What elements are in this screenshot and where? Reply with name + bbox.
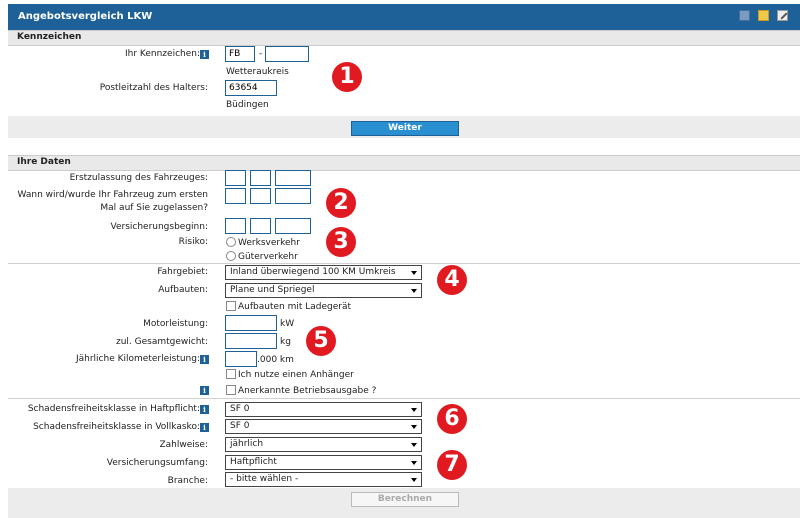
betriebsausgabe-label: Anerkannte Betriebsausgabe ? xyxy=(238,386,377,396)
zahlweise-label: Zahlweise: xyxy=(159,440,208,450)
fahrgebiet-select[interactable]: Inland überwiegend 100 KM Umkreis xyxy=(225,265,422,280)
versicherungsbeginn-year-input[interactable] xyxy=(275,218,311,234)
region-text: Wetteraukreis xyxy=(226,67,289,77)
badge-1: 1 xyxy=(332,62,362,92)
badge-7: 7 xyxy=(437,450,467,480)
sf-vollkasko-label: Schadensfreiheitsklasse in Vollkasko: xyxy=(33,422,200,432)
aufbauten-label: Aufbauten: xyxy=(158,285,208,295)
ladegeraet-checkbox[interactable] xyxy=(226,301,236,311)
zulassung-label-line1: Wann wird/wurde Ihr Fahrzeug zum ersten xyxy=(17,190,208,200)
separator xyxy=(8,398,800,399)
aufbauten-value: Plane und Spriegel xyxy=(230,285,315,295)
zahlweise-select[interactable]: jährlich xyxy=(225,437,422,452)
kennzeichen-part2-input[interactable] xyxy=(265,46,309,62)
erstzulassung-year-input[interactable] xyxy=(275,170,311,186)
title-bar: Angebotsvergleich LKW xyxy=(8,4,800,30)
aufbauten-select[interactable]: Plane und Spriegel xyxy=(225,283,422,298)
sf-haftpflicht-select[interactable]: SF 0 xyxy=(225,402,422,417)
plz-label: Postleitzahl des Halters: xyxy=(99,83,208,93)
kennzeichen-part1-input[interactable] xyxy=(225,46,255,62)
kennzeichen-dash: - xyxy=(259,49,263,59)
sf-vollkasko-value: SF 0 xyxy=(230,421,250,431)
versicherungsbeginn-month-input[interactable] xyxy=(250,218,271,234)
motorleistung-unit: kW xyxy=(280,319,295,329)
ladegeraet-label: Aufbauten mit Ladegerät xyxy=(238,302,352,312)
motorleistung-label: Motorleistung: xyxy=(143,319,208,329)
city-text: Büdingen xyxy=(226,100,269,110)
gesamtgewicht-input[interactable] xyxy=(225,333,277,349)
branche-value: - bitte wählen - xyxy=(230,474,299,484)
erstzulassung-label: Erstzulassung des Fahrzeuges: xyxy=(69,173,208,183)
sf-haftpflicht-value: SF 0 xyxy=(230,404,250,414)
sf-vollkasko-select[interactable]: SF 0 xyxy=(225,419,422,434)
gesamtgewicht-unit: kg xyxy=(280,337,291,347)
edit-icon[interactable] xyxy=(777,10,788,21)
separator xyxy=(8,263,800,264)
fahrgebiet-label: Fahrgebiet: xyxy=(157,267,208,277)
branche-label: Branche: xyxy=(167,476,208,486)
badge-3: 3 xyxy=(326,227,356,257)
folder-icon[interactable] xyxy=(758,10,770,21)
page-title: Angebotsvergleich LKW xyxy=(18,11,153,22)
section-ihre-daten: Ihre Daten xyxy=(8,155,800,171)
km-input[interactable] xyxy=(225,351,257,367)
section-title-kennzeichen: Kennzeichen xyxy=(17,32,82,42)
umfang-value: Haftpflicht xyxy=(230,457,277,467)
toolbar-icons xyxy=(734,10,788,21)
risiko-gueterverkehr-label: Güterverkehr xyxy=(238,252,298,262)
risiko-werksverkehr-label: Werksverkehr xyxy=(238,238,300,248)
info-icon[interactable]: i xyxy=(200,405,209,414)
umfang-select[interactable]: Haftpflicht xyxy=(225,455,422,470)
sf-haftpflicht-label: Schadensfreiheitsklasse in Haftpflicht: xyxy=(27,404,200,414)
zulassung-year-input[interactable] xyxy=(275,188,311,204)
info-icon[interactable]: i xyxy=(200,386,209,395)
anhaenger-label: Ich nutze einen Anhänger xyxy=(238,370,354,380)
anhaenger-checkbox[interactable] xyxy=(226,369,236,379)
risiko-label: Risiko: xyxy=(178,237,208,247)
fahrgebiet-value: Inland überwiegend 100 KM Umkreis xyxy=(230,267,396,277)
info-icon[interactable]: i xyxy=(200,50,209,59)
info-icon[interactable]: i xyxy=(200,355,209,364)
erstzulassung-day-input[interactable] xyxy=(225,170,246,186)
risiko-gueterverkehr-radio[interactable] xyxy=(226,251,236,261)
document-icon[interactable] xyxy=(739,10,751,21)
kennzeichen-label: Ihr Kennzeichen: xyxy=(124,49,200,59)
motorleistung-input[interactable] xyxy=(225,315,277,331)
versicherungsbeginn-label: Versicherungsbeginn: xyxy=(110,222,209,232)
badge-5: 5 xyxy=(306,326,336,356)
plz-input[interactable] xyxy=(225,80,277,96)
section-kennzeichen: Kennzeichen xyxy=(8,30,800,46)
zulassung-month-input[interactable] xyxy=(250,188,271,204)
berechnen-button[interactable]: Berechnen xyxy=(351,492,459,507)
zulassung-label-line2: Mal auf Sie zugelassen? xyxy=(100,203,208,213)
erstzulassung-month-input[interactable] xyxy=(250,170,271,186)
badge-4: 4 xyxy=(437,265,467,295)
risiko-werksverkehr-radio[interactable] xyxy=(226,237,236,247)
zahlweise-value: jährlich xyxy=(230,439,264,449)
section-title-ihre-daten: Ihre Daten xyxy=(17,157,71,167)
info-icon[interactable]: i xyxy=(200,423,209,432)
weiter-button[interactable]: Weiter xyxy=(351,121,459,136)
badge-2: 2 xyxy=(326,188,356,218)
betriebsausgabe-checkbox[interactable] xyxy=(226,385,236,395)
branche-select[interactable]: - bitte wählen - xyxy=(225,472,422,487)
umfang-label: Versicherungsumfang: xyxy=(106,458,208,468)
badge-6: 6 xyxy=(437,404,467,434)
gesamtgewicht-label: zul. Gesamtgewicht: xyxy=(116,337,208,347)
km-unit: .000 km xyxy=(257,355,294,365)
zulassung-day-input[interactable] xyxy=(225,188,246,204)
versicherungsbeginn-day-input[interactable] xyxy=(225,218,246,234)
km-label: Jährliche Kilometerleistung: xyxy=(75,354,200,364)
